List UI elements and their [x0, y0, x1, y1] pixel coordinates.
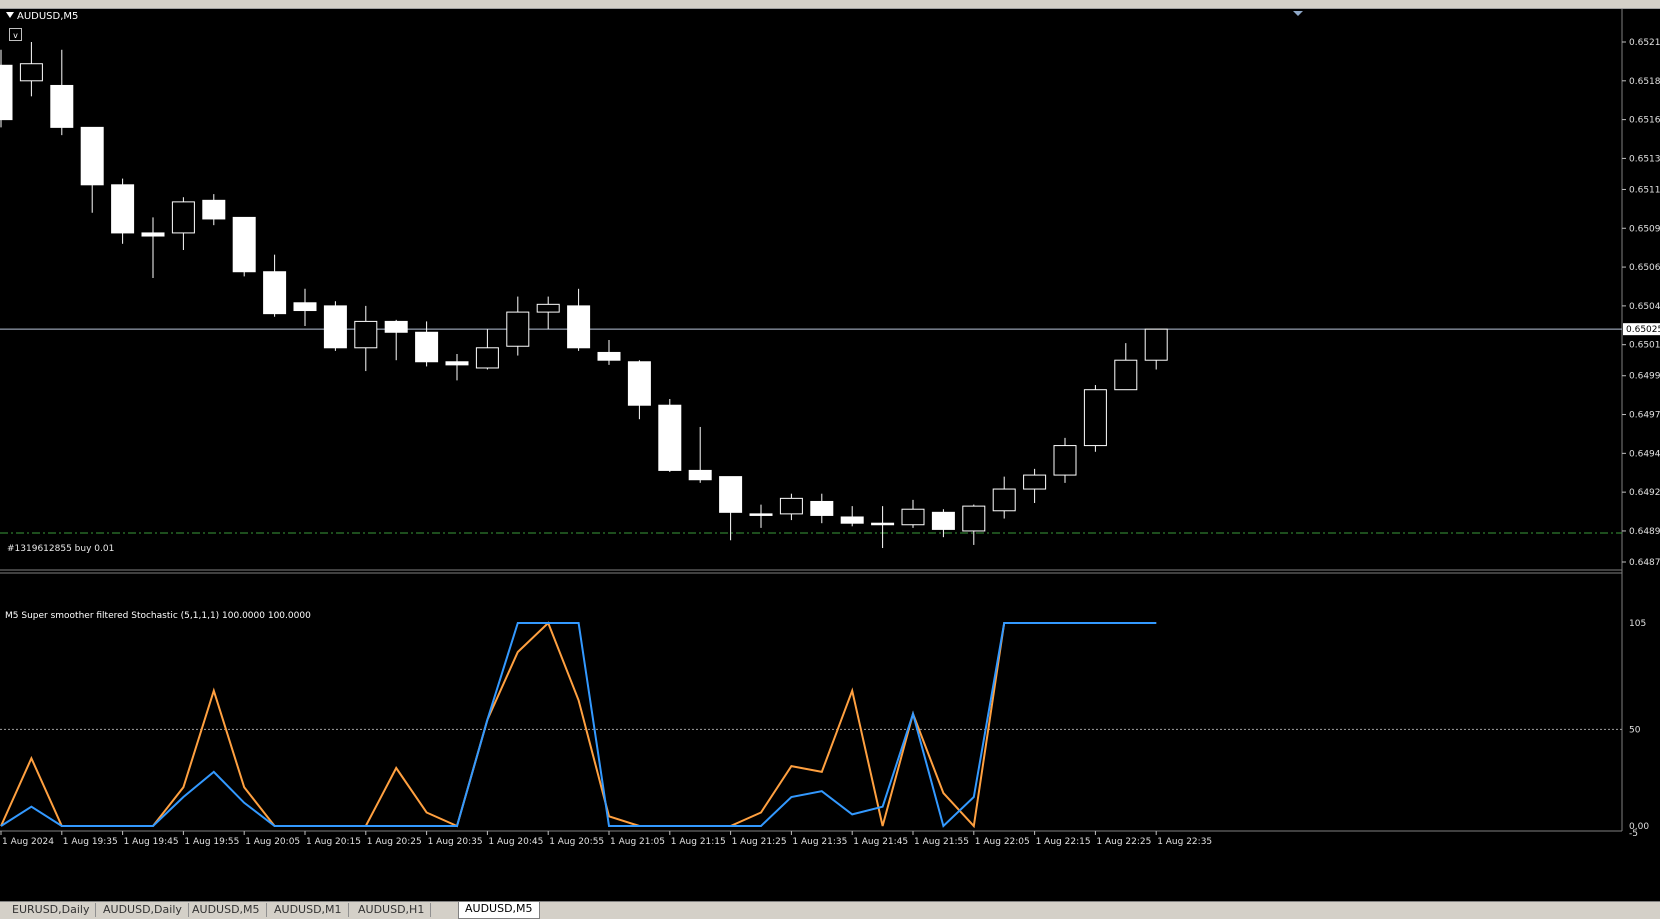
candle-bear — [415, 331, 439, 363]
time-axis-label: 1 Aug 21:35 — [792, 837, 847, 847]
indicator-scale-label: 105 — [1629, 619, 1646, 629]
candle-bear — [111, 184, 135, 234]
candle-bull — [992, 488, 1016, 512]
indicator-scale-label: 50 — [1629, 725, 1641, 735]
time-axis-label: 1 Aug 20:55 — [549, 837, 604, 847]
candle-bull — [475, 347, 499, 369]
chart-tabs-bar: EURUSD,Daily AUDUSD,Daily AUDUSD,M5 AUDUSD,… — [0, 901, 1660, 919]
price-axis-label: 0.65160 — [1629, 116, 1660, 126]
indicator-scale-label: -5 — [1629, 829, 1638, 839]
time-axis-label: 1 Aug 21:45 — [853, 837, 908, 847]
price-axis-label: 0.65210 — [1629, 38, 1660, 48]
chart-menu-triangle-icon[interactable] — [6, 12, 14, 18]
time-axis-label: 1 Aug 20:25 — [367, 837, 422, 847]
candle-bear — [323, 305, 347, 349]
order-line-label[interactable]: #1319612855 buy 0.01 — [7, 544, 114, 554]
time-axis-label: 1 Aug 20:45 — [488, 837, 543, 847]
candle-bear — [658, 404, 682, 471]
time-axis-label: 1 Aug 21:15 — [671, 837, 726, 847]
time-axis-label: 1 Aug 2024 — [2, 837, 54, 847]
time-axis-label: 1 Aug 19:45 — [124, 837, 179, 847]
price-axis-label: 0.64970 — [1629, 411, 1660, 421]
price-axis-label: 0.65090 — [1629, 224, 1660, 234]
indicator-label: M5 Super smoother filtered Stochastic (5… — [5, 611, 311, 621]
candle-bear — [80, 126, 104, 186]
candle-bear — [810, 500, 834, 516]
candle-bear — [263, 271, 287, 315]
time-axis-label: 1 Aug 21:25 — [732, 837, 787, 847]
candle-bull — [506, 311, 530, 347]
candle-bear — [384, 320, 408, 333]
time-axis-label: 1 Aug 22:15 — [1036, 837, 1091, 847]
candle-bear — [597, 351, 621, 361]
candle-bull — [536, 303, 560, 313]
time-axis-label: 1 Aug 19:35 — [63, 837, 118, 847]
candle-bear — [293, 302, 317, 312]
price-axis-label: 0.65065 — [1629, 263, 1660, 273]
time-axis-label: 1 Aug 22:35 — [1157, 837, 1212, 847]
candle-bear — [749, 513, 773, 516]
price-axis-label: 0.64875 — [1629, 558, 1660, 568]
stochastic-main-line — [0, 622, 1157, 828]
price-axis-label: 0.65135 — [1629, 154, 1660, 164]
candle-bear — [141, 232, 165, 237]
candle-bear — [567, 305, 591, 349]
candle-bear — [50, 84, 74, 128]
chart-symbol-title[interactable]: AUDUSD,M5 — [6, 11, 78, 22]
candle-bull — [1053, 445, 1077, 476]
candle-bear — [232, 216, 256, 273]
candle-bull — [962, 505, 986, 532]
price-axis-label: 0.65040 — [1629, 302, 1660, 312]
time-axis-label: 1 Aug 20:35 — [428, 837, 483, 847]
candle-bull — [354, 320, 378, 349]
price-axis-label: 0.64945 — [1629, 449, 1660, 459]
time-axis-label: 1 Aug 20:05 — [245, 837, 300, 847]
chart-window[interactable]: 0.65210 0.65185 0.65160 0.65135 0.65115 0.650… — [0, 9, 1660, 901]
time-axis-label: 1 Aug 22:25 — [1096, 837, 1151, 847]
symbol-title-text: AUDUSD,M5 — [17, 11, 79, 22]
candle-bear — [871, 522, 895, 526]
price-axis-label: 0.64920 — [1629, 488, 1660, 498]
chart-canvas[interactable]: 0.65210 0.65185 0.65160 0.65135 0.65115 0.650… — [0, 9, 1660, 901]
price-axis-label: 0.64895 — [1629, 527, 1660, 537]
candle-bear — [445, 361, 469, 366]
price-axis-label: 0.64995 — [1629, 372, 1660, 382]
candle-bear — [688, 469, 712, 481]
candle-bull — [1083, 389, 1107, 447]
top-toolbar — [0, 0, 1660, 9]
chart-tab[interactable]: AUDUSD,M5 — [458, 902, 540, 919]
chart-tab[interactable]: AUDUSD,Daily — [97, 903, 189, 917]
chart-tab[interactable]: AUDUSD,M5 — [186, 903, 267, 917]
candle-bear — [840, 516, 864, 524]
one-click-trading-toggle[interactable]: v — [9, 28, 22, 41]
candle-bull — [19, 63, 43, 82]
candle-bull — [901, 508, 925, 526]
candle-bear — [202, 199, 226, 220]
time-axis-label: 1 Aug 21:55 — [914, 837, 969, 847]
price-axis-label: 0.65015 — [1629, 341, 1660, 351]
current-price-text: 0.65025 — [1626, 325, 1660, 335]
stochastic-signal-line — [0, 621, 1157, 829]
time-axis-label: 1 Aug 22:05 — [975, 837, 1030, 847]
candle-bull — [1144, 328, 1168, 361]
candle-bear — [0, 64, 13, 121]
candle-bull — [1023, 474, 1047, 490]
time-axis-label: 1 Aug 19:55 — [184, 837, 239, 847]
price-axis-label: 0.65185 — [1629, 77, 1660, 87]
time-axis-label: 1 Aug 20:15 — [306, 837, 361, 847]
time-axis-label: 1 Aug 21:05 — [610, 837, 665, 847]
candle-bull — [1114, 359, 1138, 391]
chart-tab[interactable]: EURUSD,Daily — [6, 903, 97, 917]
candle-bear — [627, 361, 651, 406]
candle-bull — [171, 201, 195, 234]
chart-tab[interactable]: AUDUSD,M1 — [268, 903, 349, 917]
chart-shift-marker-icon[interactable] — [1293, 11, 1303, 16]
candle-bull — [779, 497, 803, 515]
price-axis-label: 0.65115 — [1629, 185, 1660, 195]
candle-bear — [931, 511, 955, 530]
chart-tab[interactable]: AUDUSD,H1 — [352, 903, 432, 917]
candle-bear — [719, 476, 743, 513]
